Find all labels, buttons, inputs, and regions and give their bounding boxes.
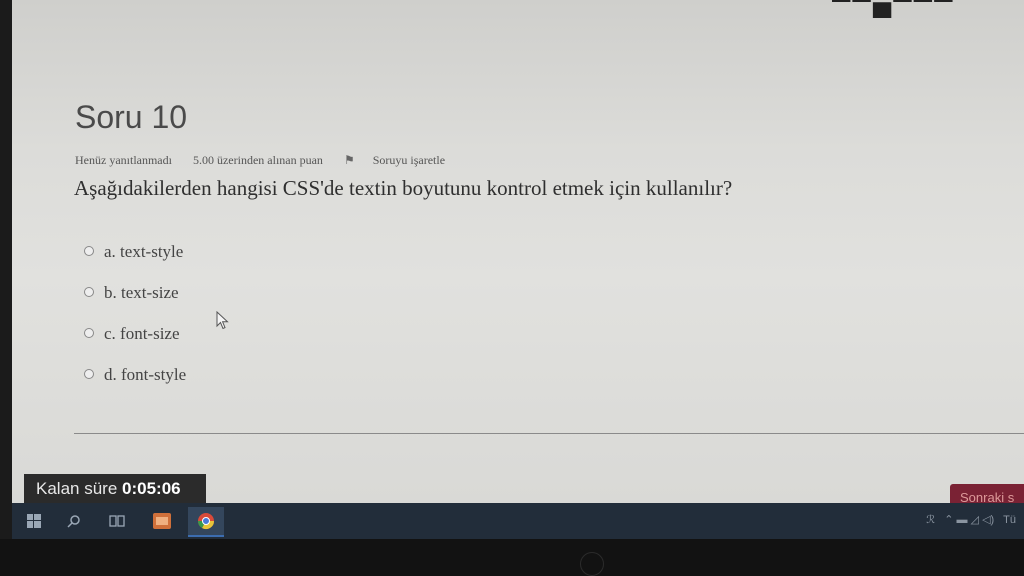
answer-option-c[interactable]: c. font-size	[84, 324, 186, 365]
taskbar: ℛ ⌃ ▬ ◿ ◁) Tü	[12, 503, 1024, 539]
time-remaining: Kalan süre 0:05:06	[24, 474, 206, 504]
answer-option-b[interactable]: b. text-size	[84, 283, 186, 324]
option-label: d. font-style	[104, 365, 187, 384]
option-label: b. text-size	[104, 283, 179, 302]
answer-option-a[interactable]: a. text-style	[84, 242, 186, 283]
monitor-bezel-left	[0, 0, 12, 576]
radio-button[interactable]	[84, 246, 94, 256]
question-points: 5.00 üzerinden alınan puan	[192, 153, 323, 167]
question-title: Soru 10	[75, 99, 188, 135]
radio-button[interactable]	[84, 287, 94, 297]
timer-value: 0:05:06	[122, 479, 181, 498]
answer-options: a. text-style b. text-size c. font-size …	[84, 242, 186, 406]
timer-label: Kalan süre	[36, 479, 118, 498]
answer-option-d[interactable]: d. font-style	[84, 365, 186, 406]
flag-icon: ⚑	[343, 153, 355, 167]
radio-button[interactable]	[84, 369, 94, 379]
divider	[74, 433, 1024, 434]
mouse-cursor-icon	[216, 311, 229, 330]
monitor-bezel-bottom	[0, 539, 1024, 576]
task-view-icon[interactable]	[108, 511, 126, 531]
monitor-logo	[580, 552, 604, 576]
option-label: c. font-size	[104, 324, 180, 343]
quiz-page: ▀▀▄▀▀▀ Soru 10 Henüz yanıtlanmadı 5.00 ü…	[12, 0, 1024, 503]
flag-question-link[interactable]: ⚑ Soruyu işaretle	[344, 153, 463, 167]
question-info: Henüz yanıtlanmadı 5.00 üzerinden alınan…	[75, 153, 481, 168]
header-logo-fragment: ▀▀▄▀▀▀	[832, 0, 955, 16]
windows-icon[interactable]	[26, 511, 42, 531]
answer-status: Henüz yanıtlanmadı	[75, 153, 172, 167]
app-icon[interactable]	[152, 511, 172, 531]
radio-button[interactable]	[84, 328, 94, 338]
system-tray[interactable]: ℛ ⌃ ▬ ◿ ◁) Tü	[926, 513, 1016, 526]
search-icon[interactable]	[66, 511, 82, 531]
flag-question-label: Soruyu işaretle	[372, 153, 446, 167]
option-label: a. text-style	[104, 242, 184, 261]
question-text: Aşağıdakilerden hangisi CSS'de textin bo…	[74, 176, 733, 200]
chrome-icon[interactable]	[188, 507, 224, 537]
